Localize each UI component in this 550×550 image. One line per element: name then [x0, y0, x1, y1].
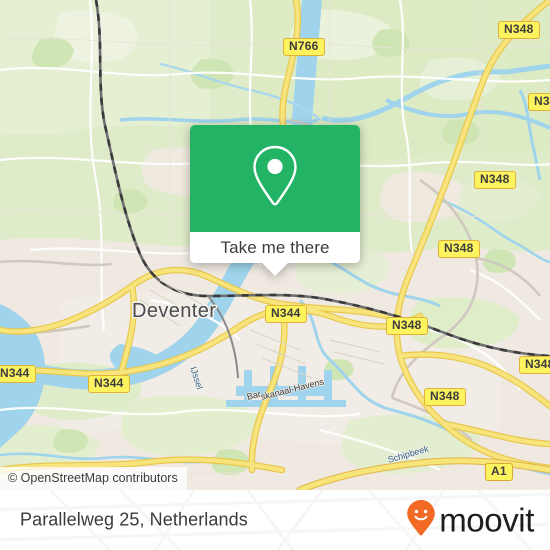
address-title: Parallelweg 25, Netherlands	[20, 509, 248, 530]
moovit-logo[interactable]: moovit	[406, 499, 534, 542]
moovit-map-screen: Deventer N766 N348 N348 N348 N348 N348 N…	[0, 0, 550, 550]
callout-card-header	[190, 125, 360, 232]
road-shield-n344-center[interactable]: N344	[265, 305, 307, 323]
footer-bar: Parallelweg 25, Netherlands moovit	[0, 490, 550, 550]
road-shield-n344-left[interactable]: N344	[88, 375, 130, 393]
take-me-there-label: Take me there	[220, 237, 330, 257]
road-shield-n344-left-edge[interactable]: N344	[0, 365, 36, 383]
road-shield-n348-right-lower[interactable]: N348	[519, 356, 550, 374]
road-shield-a1[interactable]: A1	[485, 463, 513, 481]
road-shield-n348-right[interactable]: N348	[474, 171, 516, 189]
map-place-label-deventer: Deventer	[132, 300, 217, 322]
location-pin-icon	[248, 143, 302, 214]
moovit-smiley-pin-icon	[406, 499, 436, 542]
road-shield-n348-bottom[interactable]: N348	[424, 388, 466, 406]
road-shield-n766[interactable]: N766	[283, 38, 325, 56]
callout-card-action[interactable]: Take me there	[190, 232, 360, 263]
road-shield-n348-top[interactable]: N348	[498, 21, 540, 39]
map-callout-card[interactable]: Take me there	[190, 125, 360, 276]
callout-pointer	[262, 263, 288, 276]
road-shield-n348-right-upper[interactable]: N348	[528, 93, 550, 111]
road-shield-n348-lower[interactable]: N348	[386, 317, 428, 335]
moovit-wordmark: moovit	[439, 501, 534, 539]
callout-card-body[interactable]: Take me there	[190, 125, 360, 263]
road-shield-n348-mid[interactable]: N348	[438, 240, 480, 258]
osm-attribution[interactable]: © OpenStreetMap contributors	[0, 467, 187, 490]
